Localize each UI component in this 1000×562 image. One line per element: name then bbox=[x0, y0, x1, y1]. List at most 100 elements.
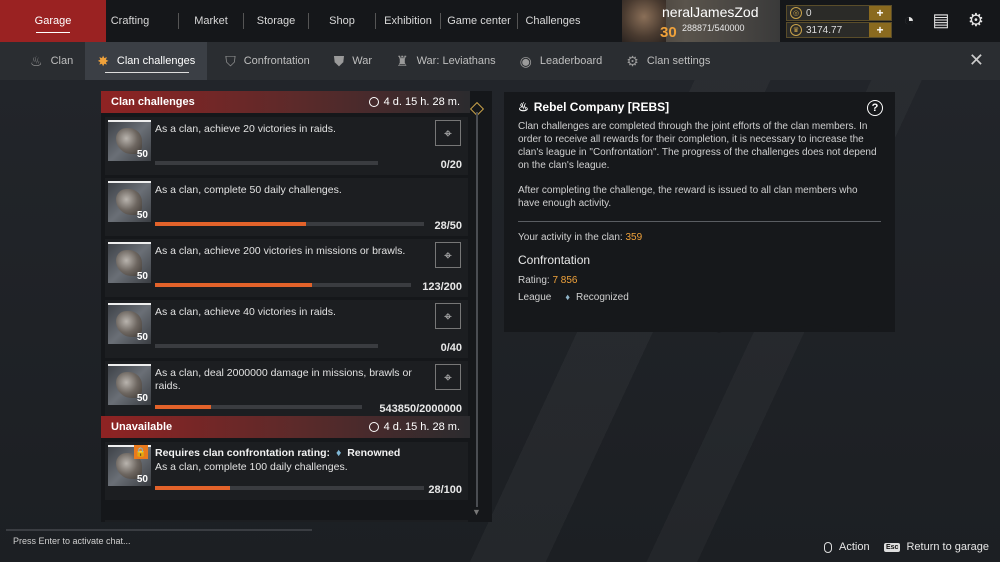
tab-game-center[interactable]: Game center bbox=[441, 0, 517, 42]
progress-fill bbox=[155, 222, 306, 226]
help-icon[interactable]: ? bbox=[867, 100, 883, 116]
league-value: Recognized bbox=[575, 292, 629, 303]
pin-icon[interactable]: ⌖ bbox=[435, 120, 461, 146]
chat-input-line[interactable] bbox=[6, 529, 312, 531]
clan-title: ♨ Rebel Company [REBS] bbox=[518, 100, 881, 114]
action-hint[interactable]: Action bbox=[824, 541, 870, 553]
gear-icon[interactable]: ⚙ bbox=[965, 10, 987, 31]
subtab-label: War bbox=[352, 55, 373, 67]
coins-counter: ◎ 0 + bbox=[786, 5, 892, 21]
return-label: Return to garage bbox=[906, 541, 990, 553]
scrollbar[interactable] bbox=[476, 112, 478, 507]
player-profile[interactable]: neralJamesZod 30 288871/540000 bbox=[622, 0, 780, 42]
tab-crafting[interactable]: Crafting bbox=[106, 0, 154, 42]
reward-amount: 50 bbox=[136, 210, 148, 221]
challenge-description: As a clan, complete 50 daily challenges. bbox=[155, 184, 342, 196]
tab-challenges[interactable]: Challenges bbox=[518, 0, 588, 42]
subtab-war-leviathans[interactable]: ♜ War: Leviathans bbox=[384, 42, 508, 80]
clan-name: Rebel Company [REBS] bbox=[533, 100, 670, 114]
subtab-leaderboard[interactable]: ◉ Leaderboard bbox=[508, 42, 615, 80]
challenge-row[interactable]: 50 As a clan, achieve 20 victories in ra… bbox=[105, 117, 468, 175]
challenge-row-partial[interactable] bbox=[105, 520, 468, 522]
pin-icon[interactable]: ⌖ bbox=[435, 303, 461, 329]
progress-bar bbox=[155, 161, 378, 165]
activity-value: 359 bbox=[625, 232, 643, 243]
chevron-down-icon[interactable]: ▼ bbox=[472, 507, 481, 517]
subtab-confrontation[interactable]: ⛉ Confrontation bbox=[213, 42, 322, 80]
challenge-row[interactable]: 50 As a clan, achieve 200 victories in m… bbox=[105, 239, 468, 297]
challenges-list[interactable]: Clan challenges 4 d. 15 h. 28 m. 50 As a… bbox=[101, 91, 492, 522]
mouse-icon bbox=[824, 541, 832, 553]
progress-text: 0/40 bbox=[440, 342, 462, 354]
progress-text: 123/200 bbox=[422, 281, 462, 293]
confrontation-heading: Confrontation bbox=[518, 253, 591, 267]
add-coins-button[interactable]: + bbox=[869, 6, 891, 20]
tab-market[interactable]: Market bbox=[179, 0, 243, 42]
player-name: neralJamesZod bbox=[662, 4, 759, 20]
rating-line: Rating: 7 856 bbox=[518, 275, 881, 286]
subtab-clan-challenges[interactable]: ✸ Clan challenges bbox=[85, 42, 208, 80]
flame-icon: ♨ bbox=[30, 52, 43, 69]
tab-exhibition[interactable]: Exhibition bbox=[376, 0, 440, 42]
section-timer: 4 d. 15 h. 28 m. bbox=[368, 421, 460, 433]
challenge-row[interactable]: 50 As a clan, complete 50 daily challeng… bbox=[105, 178, 468, 236]
tab-shop[interactable]: Shop bbox=[309, 0, 375, 42]
coins-value: 0 bbox=[806, 7, 812, 19]
clan-subnav: ♨ Clan ✸ Clan challenges ⛉ Confrontation… bbox=[0, 42, 1000, 80]
crowns-counter: ♛ 3174.77 + bbox=[786, 22, 892, 38]
challenge-reward-thumbnail: 50 bbox=[108, 120, 151, 161]
player-level: 30 bbox=[660, 24, 677, 41]
reward-amount: 50 bbox=[136, 393, 148, 404]
subtab-label: War: Leviathans bbox=[416, 55, 496, 67]
subtab-clan[interactable]: ♨ Clan bbox=[18, 42, 85, 80]
subtab-clan-settings[interactable]: ⚙ Clan settings bbox=[614, 42, 722, 80]
league-rank-icon: ♦ bbox=[565, 292, 570, 302]
locked-challenge-row[interactable]: 50 🔒 Requires clan confrontation rating:… bbox=[105, 442, 468, 500]
progress-bar bbox=[155, 486, 424, 490]
lock-icon: 🔒 bbox=[134, 445, 148, 459]
challenge-reward-thumbnail: 50 bbox=[108, 303, 151, 344]
close-icon[interactable]: ✕ bbox=[969, 50, 984, 71]
challenge-description: As a clan, complete 100 daily challenges… bbox=[155, 461, 348, 473]
add-crowns-button[interactable]: + bbox=[869, 23, 891, 37]
war-shield-icon: ⛊ bbox=[333, 52, 345, 69]
challenge-reward-thumbnail: 50 bbox=[108, 242, 151, 283]
challenge-reward-thumbnail: 50 bbox=[108, 364, 151, 405]
progress-fill bbox=[155, 486, 231, 490]
clock-icon bbox=[368, 422, 379, 432]
subtab-label: Clan settings bbox=[646, 55, 711, 67]
return-to-garage-button[interactable]: Esc Return to garage bbox=[884, 541, 989, 553]
rating-value: 7 856 bbox=[552, 275, 578, 286]
progress-bar bbox=[155, 344, 378, 348]
challenge-reward-thumbnail: 50 bbox=[108, 181, 151, 222]
progress-bar bbox=[155, 222, 424, 226]
pin-icon[interactable]: ⌖ bbox=[435, 242, 461, 268]
messages-icon[interactable]: ▤ bbox=[930, 10, 952, 31]
challenge-row[interactable]: 50 As a clan, achieve 40 victories in ra… bbox=[105, 300, 468, 358]
rating-label: Rating: bbox=[518, 275, 550, 286]
leviathan-icon: ♜ bbox=[396, 52, 409, 69]
subtab-label: Leaderboard bbox=[539, 55, 603, 67]
section-title: Clan challenges bbox=[111, 96, 195, 108]
pin-icon[interactable]: ⌖ bbox=[435, 364, 461, 390]
crowns-value: 3174.77 bbox=[806, 24, 843, 36]
subtab-label: Confrontation bbox=[243, 55, 310, 67]
player-exp: 288871/540000 bbox=[682, 23, 745, 33]
rank-icon: ♦ bbox=[335, 447, 342, 459]
chat-hint: Press Enter to activate chat... bbox=[13, 536, 131, 546]
subtab-war[interactable]: ⛊ War bbox=[322, 42, 384, 80]
tab-garage[interactable]: Garage bbox=[0, 0, 106, 42]
requirement-label: Requires clan confrontation rating: bbox=[155, 447, 331, 459]
leaderboard-icon: ◉ bbox=[519, 52, 532, 69]
reward-amount: 50 bbox=[136, 271, 148, 282]
shield-icon: ⛉ bbox=[225, 52, 236, 69]
clan-info-panel: ♨ Rebel Company [REBS] ? Clan challenges… bbox=[504, 92, 895, 332]
clock-icon bbox=[368, 97, 379, 107]
speedometer-icon[interactable]: ◔ bbox=[898, 10, 920, 31]
tab-storage[interactable]: Storage bbox=[244, 0, 308, 42]
section-timer: 4 d. 15 h. 28 m. bbox=[368, 96, 460, 108]
reward-amount: 50 bbox=[136, 474, 148, 485]
gear-icon: ⚙ bbox=[626, 52, 639, 69]
challenge-description: As a clan, achieve 40 victories in raids… bbox=[155, 306, 336, 318]
challenge-row[interactable]: 50 As a clan, deal 2000000 damage in mis… bbox=[105, 361, 468, 419]
